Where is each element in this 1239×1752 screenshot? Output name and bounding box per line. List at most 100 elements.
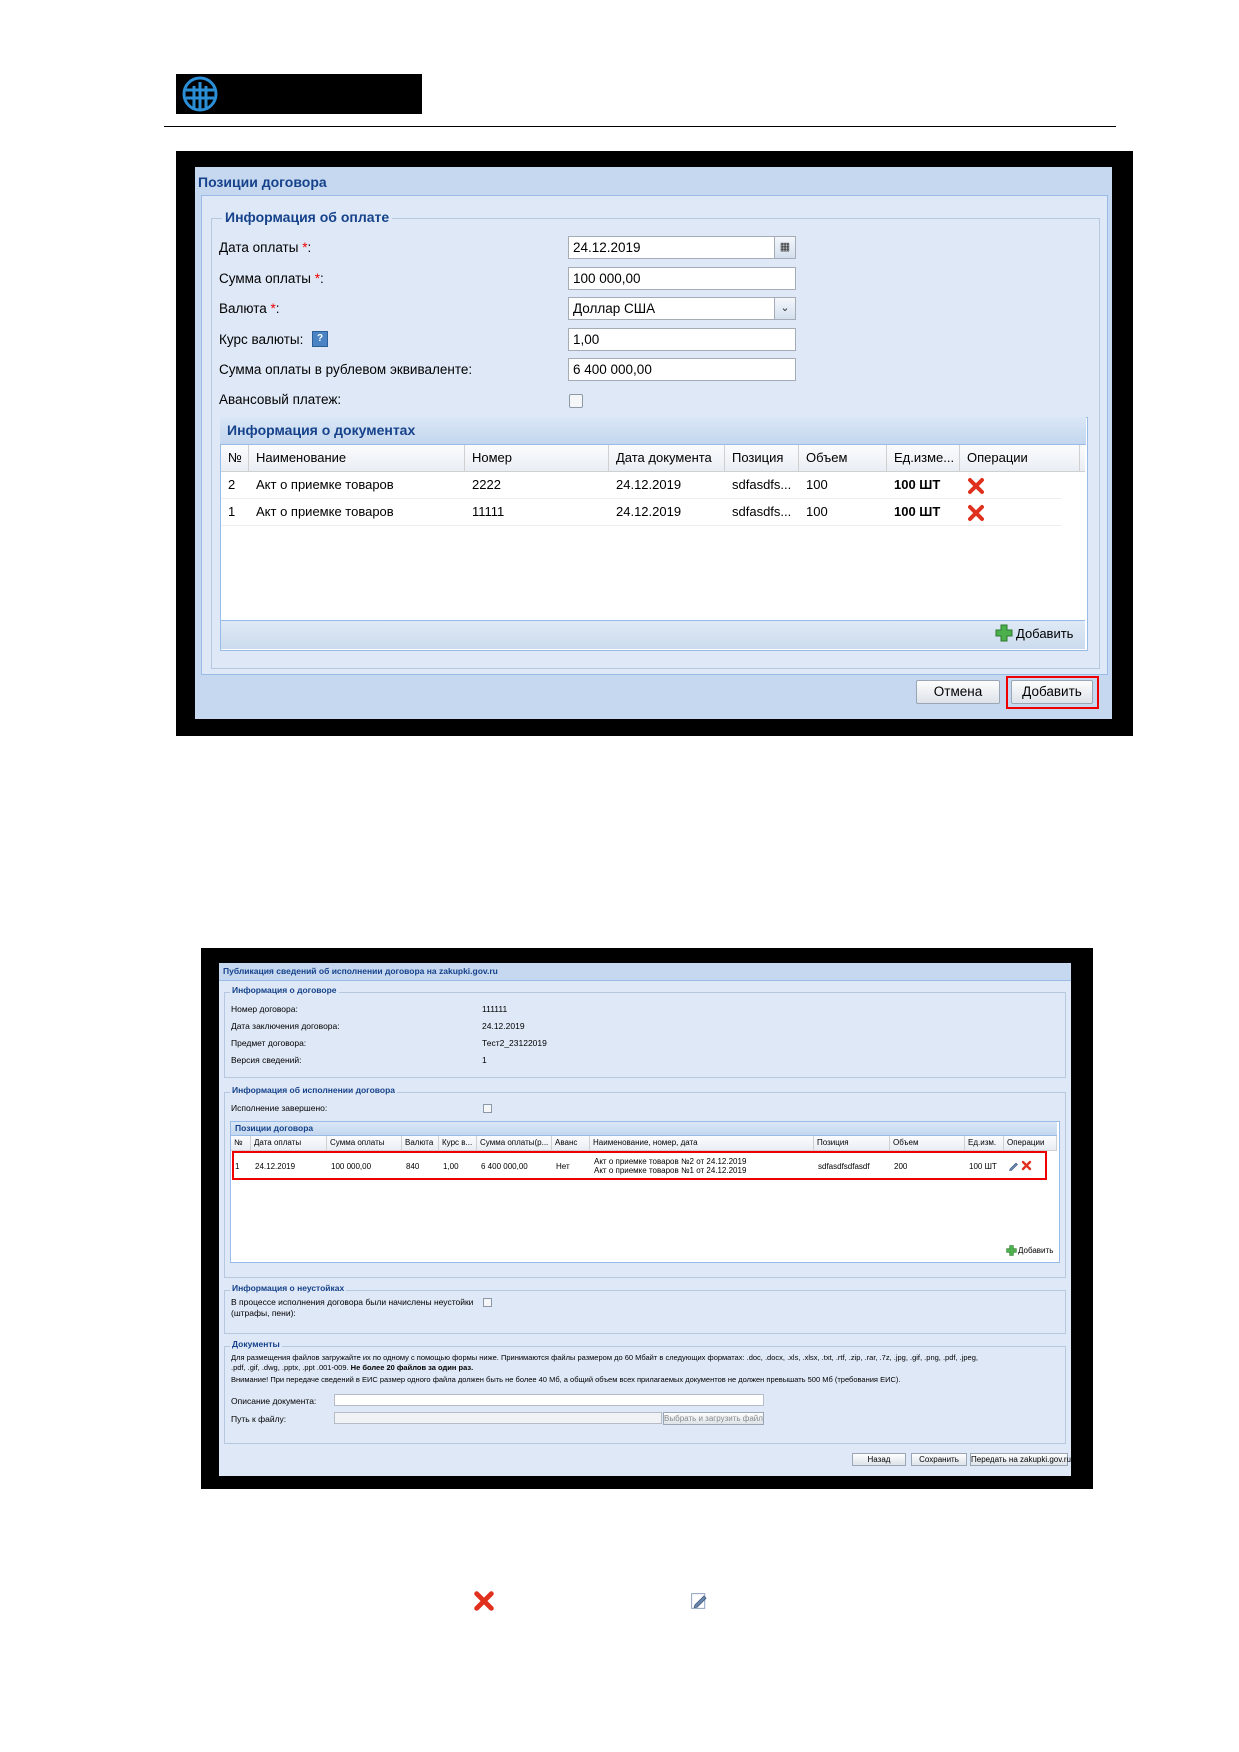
rub-sum-label: Сумма оплаты в рублевом эквиваленте: [219,362,473,377]
save-button[interactable]: Сохранить [911,1453,967,1466]
cell-doc-date: 24.12.2019 [616,477,682,492]
rub-sum-input[interactable]: 6 400 000,00 [568,358,796,381]
doc-description-input[interactable] [334,1394,764,1406]
add-document-link[interactable]: Добавить [1016,626,1073,641]
dialog-title: Позиции договора [198,174,327,190]
col-unit[interactable]: Ед.изм. [965,1136,1004,1150]
help-icon[interactable]: ? [312,331,328,347]
add-position-link[interactable]: Добавить [1018,1246,1053,1255]
send-to-zakupki-button[interactable]: Передать на zakupki.gov.ru [970,1453,1071,1466]
documents-help-line2: .pdf, .gif, .dwg, .pptx, .ppt .001-009. … [231,1363,474,1372]
documents-grid-title: Информация о документах [220,417,1086,445]
col-number[interactable]: № [221,445,249,471]
execution-done-checkbox[interactable] [483,1104,492,1113]
currency-rate-label: Курс валюты: [219,332,304,347]
cell-unit: 100 ШТ [894,477,941,492]
company-logo [176,74,422,114]
col-operations[interactable]: Операции [1004,1136,1057,1150]
execution-info-legend: Информация об исполнении договора [230,1085,398,1095]
cell-volume: 100 [806,504,828,519]
cell-position: sdfasdfs... [732,504,792,519]
cell-unit: 100 ШТ [894,504,941,519]
documents-grid-title-text: Информация о документах [227,422,416,438]
edit-icon [691,1593,707,1609]
positions-grid-header: № Дата оплаты Сумма оплаты Валюта Курс в… [231,1136,1057,1151]
col-rate[interactable]: Курс в... [439,1136,477,1150]
col-documents[interactable]: Наименование, номер, дата [590,1136,814,1150]
delete-icon[interactable] [967,477,985,495]
col-currency[interactable]: Валюта [402,1136,439,1150]
col-unit[interactable]: Ед.изме... [887,445,960,471]
contract-date-value: 24.12.2019 [482,1021,525,1031]
documents-grid-footer [221,620,1085,649]
positions-grid-title [231,1122,1057,1136]
delete-icon[interactable] [967,504,985,522]
col-operations[interactable]: Операции [960,445,1080,471]
file-path-input[interactable] [334,1412,662,1424]
contract-subject-label: Предмет договора: [231,1038,307,1048]
currency-label: Валюта *: [219,301,280,316]
payment-sum-label: Сумма оплаты *: [219,271,324,286]
cell-number: 1 [228,504,236,519]
cell-position: sdfasdfs... [732,477,792,492]
documents-legend: Документы [230,1339,282,1349]
penalty-label-line1: В процессе исполнения договора были начи… [231,1297,474,1307]
penalty-checkbox[interactable] [483,1298,492,1307]
positions-grid-title-text: Позиции договора [235,1123,314,1133]
chevron-down-icon[interactable]: ⌄ [774,298,795,319]
currency-rate-input[interactable]: 1,00 [568,328,796,351]
table-row[interactable]: 2 Акт о приемке товаров 2222 24.12.2019 … [221,472,1061,499]
contract-info-legend: Информация о договоре [230,985,339,995]
col-payment-date[interactable]: Дата оплаты [251,1136,327,1150]
col-doc-number[interactable]: Номер [465,445,609,471]
col-number[interactable]: № [231,1136,251,1150]
table-row[interactable]: 1 Акт о приемке товаров 11111 24.12.2019… [221,499,1061,526]
col-doc-date[interactable]: Дата документа [609,445,725,471]
calendar-icon[interactable]: ▦ [774,237,795,258]
contract-date-label: Дата заключения договора: [231,1021,340,1031]
dialog-title: Публикация сведений об исполнении догово… [223,966,498,976]
col-rub-sum[interactable]: Сумма оплаты(р... [477,1136,552,1150]
cell-name: Акт о приемке товаров [256,504,394,519]
col-volume[interactable]: Объем [890,1136,965,1150]
version-value: 1 [482,1055,487,1065]
advance-label: Авансовый платеж: [219,392,342,407]
header-rule [164,126,1116,127]
penalty-label-line2: (штрафы, пени): [231,1308,296,1318]
payment-date-input[interactable]: 24.12.2019 ▦ [568,236,796,259]
penalty-legend: Информация о неустойках [230,1283,347,1293]
back-button[interactable]: Назад [852,1453,906,1466]
col-advance[interactable]: Аванс [552,1136,590,1150]
contract-subject-value: Тест2_23122019 [482,1038,547,1048]
upload-file-button[interactable]: Выбрать и загрузить файл [663,1412,764,1425]
cell-name: Акт о приемке товаров [256,477,394,492]
contract-number-value: 111111 [482,1004,508,1014]
add-icon[interactable] [1006,1245,1017,1256]
currency-select[interactable]: Доллар США ⌄ [568,297,796,320]
payment-date-label: Дата оплаты *: [219,240,312,255]
file-path-label: Путь к файлу: [231,1414,287,1424]
documents-help-line1: Для размещения файлов загружайте их по о… [231,1353,978,1362]
col-volume[interactable]: Объем [799,445,887,471]
version-label: Версия сведений: [231,1055,302,1065]
contract-number-label: Номер договора: [231,1004,298,1014]
col-position[interactable]: Позиция [814,1136,890,1150]
execution-done-label: Исполнение завершено: [231,1103,328,1113]
cell-operations [960,472,1020,498]
col-position[interactable]: Позиция [725,445,799,471]
col-name[interactable]: Наименование [249,445,465,471]
cell-doc-number: 11111 [472,504,505,519]
advance-checkbox[interactable] [569,394,583,408]
col-payment-sum[interactable]: Сумма оплаты [327,1136,402,1150]
contract-info-fieldset [224,992,1066,1078]
cell-doc-number: 2222 [472,477,501,492]
documents-grid-header: № Наименование Номер Дата документа Пози… [221,445,1085,472]
cancel-button[interactable]: Отмена [916,680,1000,704]
payment-sum-input[interactable]: 100 000,00 [568,267,796,290]
highlight-box [232,1151,1047,1180]
cell-doc-date: 24.12.2019 [616,504,682,519]
highlight-box [1006,676,1099,709]
add-icon[interactable] [995,624,1013,642]
cell-operations [960,499,1020,525]
doc-description-label: Описание документа: [231,1396,317,1406]
